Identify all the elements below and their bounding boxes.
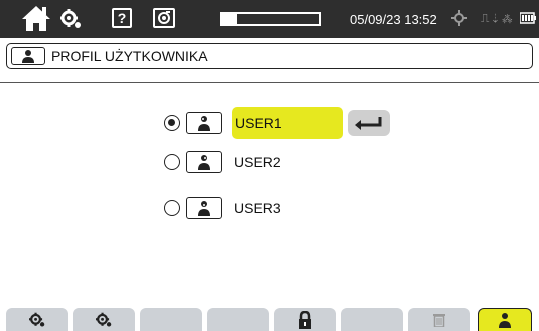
trash-icon	[433, 313, 445, 327]
user-name[interactable]: USER3	[232, 192, 281, 224]
datetime-display: 05/09/23 13:52	[350, 11, 437, 27]
user-profile-icon	[499, 313, 511, 328]
radio-button[interactable]	[164, 115, 180, 131]
function-key-7[interactable]	[408, 308, 470, 331]
enter-icon	[355, 117, 382, 130]
user-profile-icon	[11, 47, 45, 65]
user-option-2[interactable]: USER2	[164, 146, 404, 178]
home-icon	[22, 6, 50, 31]
gps-icon	[451, 10, 467, 26]
help-icon: ?	[117, 10, 127, 26]
function-key-2[interactable]	[73, 308, 135, 331]
progress-fill	[222, 14, 237, 24]
camera-icon	[158, 11, 170, 24]
home-button[interactable]	[18, 2, 54, 34]
enter-button[interactable]	[348, 110, 390, 136]
function-key-1[interactable]	[6, 308, 68, 331]
function-key-bar	[0, 308, 539, 331]
function-key-8-user-profile[interactable]	[478, 308, 532, 331]
gear-icon	[60, 9, 81, 28]
user-profile-icon	[186, 151, 222, 173]
function-key-3[interactable]	[140, 308, 202, 331]
page-title-bar: PROFIL UŻYTKOWNIKA	[6, 43, 533, 69]
battery-status	[520, 12, 536, 24]
user-name[interactable]: USER2	[232, 146, 281, 178]
settings-button[interactable]	[58, 7, 84, 31]
user-profile-icon	[186, 112, 222, 134]
user-option-3[interactable]: USER3	[164, 192, 404, 224]
radio-button[interactable]	[164, 154, 180, 170]
help-button[interactable]: ?	[112, 8, 132, 28]
user-name-selected[interactable]: USER1	[232, 107, 343, 139]
function-key-6[interactable]	[341, 308, 403, 331]
screenshot-button[interactable]	[153, 8, 175, 28]
user-profile-icon	[186, 197, 222, 219]
gear-icon	[29, 312, 45, 327]
status-bar: ? 05/09/23 13:52 ⎍ ⇣ ⁂	[0, 0, 539, 38]
usb-icon: ⎍ ⇣ ⁂	[478, 10, 516, 26]
function-key-5[interactable]	[274, 308, 336, 331]
usb-status-text: ⎍ ⇣ ⁂	[481, 10, 513, 25]
lock-icon	[299, 310, 311, 329]
function-key-4[interactable]	[207, 308, 269, 331]
battery-icon	[520, 12, 536, 24]
divider	[0, 82, 539, 83]
gps-status	[450, 9, 468, 27]
radio-button[interactable]	[164, 200, 180, 216]
page-title: PROFIL UŻYTKOWNIKA	[51, 48, 208, 64]
gear-icon	[96, 312, 112, 327]
memory-progress-bar	[220, 12, 321, 26]
